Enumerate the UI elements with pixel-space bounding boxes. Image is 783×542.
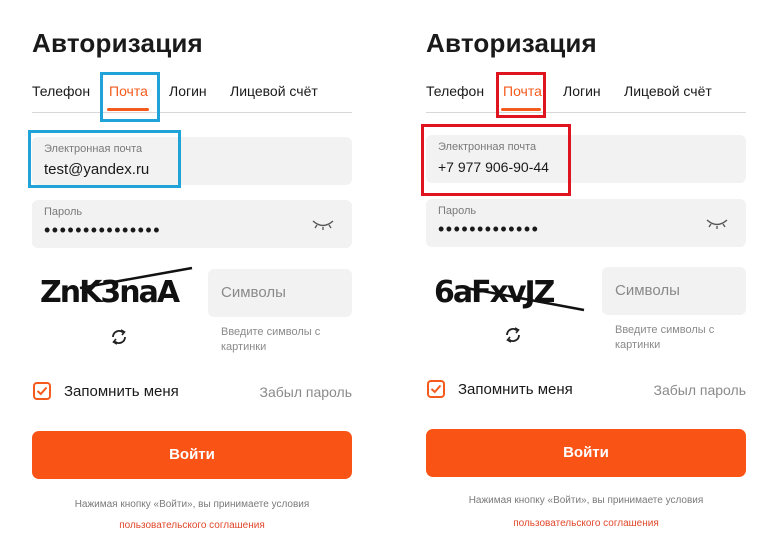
eye-closed-icon[interactable]: [706, 217, 728, 231]
login-button[interactable]: Войти: [426, 429, 746, 477]
tab-account[interactable]: Лицевой счёт: [624, 83, 712, 99]
password-field-value[interactable]: •••••••••••••: [438, 219, 539, 240]
captcha-input-placeholder: Символы: [221, 284, 286, 301]
password-field[interactable]: Пароль •••••••••••••••: [32, 200, 352, 248]
password-field-label: Пароль: [438, 205, 477, 217]
email-field[interactable]: Электронная почта +7 977 906-90-44: [426, 135, 746, 183]
password-field-value[interactable]: •••••••••••••••: [44, 220, 161, 241]
captcha-hint: Введите символы с картинки: [615, 324, 715, 351]
captcha-input[interactable]: Символы: [602, 267, 746, 315]
email-field-label: Электронная почта: [438, 141, 537, 153]
auth-tabs: Телефон Почта Логин Лицевой счёт: [426, 72, 746, 113]
email-field-value[interactable]: +7 977 906-90-44: [438, 159, 549, 175]
page-title: Авторизация: [426, 28, 597, 58]
check-icon: [36, 386, 48, 396]
tab-phone[interactable]: Телефон: [32, 83, 90, 99]
terms-text: Нажимая кнопку «Войти», вы принимаете ус…: [74, 499, 310, 510]
forgot-password-link[interactable]: Забыл пароль: [260, 384, 352, 400]
remember-me[interactable]: Запомнить меня: [426, 378, 626, 402]
remember-label: Запомнить меня: [458, 381, 573, 398]
captcha-hint: Введите символы с картинки: [221, 326, 321, 353]
tab-email[interactable]: Почта: [109, 83, 148, 99]
page-title: Авторизация: [32, 28, 203, 58]
terms-link[interactable]: пользовательского соглашения: [32, 520, 352, 531]
captcha-image: ZnK3naA: [32, 266, 202, 314]
active-tab-indicator: [107, 108, 149, 111]
login-button[interactable]: Войти: [32, 431, 352, 479]
email-field-label: Электронная почта: [44, 143, 143, 155]
refresh-icon[interactable]: [502, 324, 524, 346]
tab-email[interactable]: Почта: [503, 83, 542, 99]
remember-checkbox[interactable]: [427, 380, 445, 398]
auth-tabs: Телефон Почта Логин Лицевой счёт: [32, 72, 352, 113]
terms-text: Нажимая кнопку «Войти», вы принимаете ус…: [468, 495, 704, 506]
captcha-noise-line: [79, 266, 193, 290]
forgot-password-link[interactable]: Забыл пароль: [654, 382, 746, 398]
tab-login[interactable]: Логин: [169, 83, 207, 99]
captcha-image: 6aFxvJZ: [426, 266, 596, 314]
password-field[interactable]: Пароль •••••••••••••: [426, 199, 746, 247]
auth-panel-left: Авторизация Телефон Почта Логин Лицевой …: [28, 0, 352, 542]
remember-me[interactable]: Запомнить меня: [32, 380, 232, 404]
captcha-input-placeholder: Символы: [615, 282, 680, 299]
tab-account[interactable]: Лицевой счёт: [230, 83, 318, 99]
active-tab-indicator: [501, 108, 541, 111]
captcha-noise-line: [465, 286, 585, 312]
auth-panel-right: Авторизация Телефон Почта Логин Лицевой …: [421, 0, 746, 542]
terms-link[interactable]: пользовательского соглашения: [426, 518, 746, 529]
email-field[interactable]: Электронная почта test@yandex.ru: [32, 137, 352, 185]
captcha-input[interactable]: Символы: [208, 269, 352, 317]
email-field-value[interactable]: test@yandex.ru: [44, 161, 149, 178]
remember-label: Запомнить меня: [64, 383, 179, 400]
tab-phone[interactable]: Телефон: [426, 83, 484, 99]
check-icon: [430, 384, 442, 394]
refresh-icon[interactable]: [108, 326, 130, 348]
eye-closed-icon[interactable]: [312, 218, 334, 232]
remember-checkbox[interactable]: [33, 382, 51, 400]
tab-login[interactable]: Логин: [563, 83, 601, 99]
password-field-label: Пароль: [44, 206, 83, 218]
